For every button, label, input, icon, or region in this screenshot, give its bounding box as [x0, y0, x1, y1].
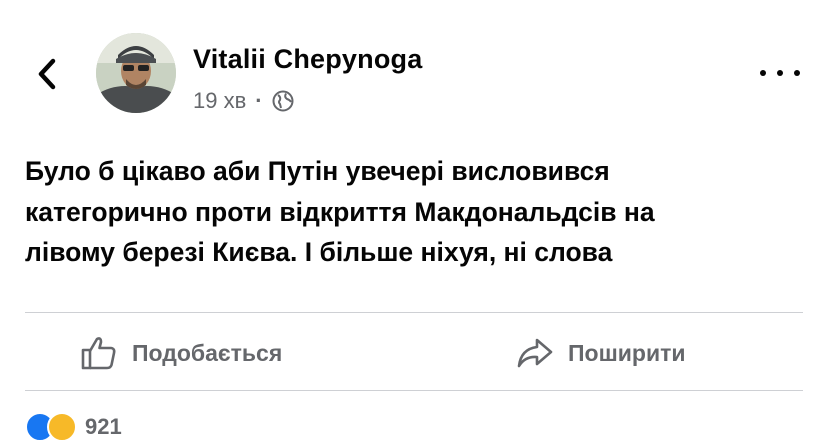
more-dots-icon — [760, 70, 766, 76]
divider-bottom — [25, 390, 803, 391]
post-time[interactable]: 19 хв — [193, 88, 246, 114]
meta-separator: · — [255, 88, 263, 113]
globe-icon[interactable] — [272, 90, 294, 112]
post-text-line: лівому березі Києва. І більше ніхуя, ні … — [25, 237, 613, 267]
haha-reaction-icon — [47, 412, 77, 442]
like-label: Подобається — [132, 339, 283, 366]
reactions-summary[interactable]: 921 — [25, 412, 122, 442]
post-text-line: категорично проти відкриття Макдональдсі… — [25, 196, 655, 227]
share-button[interactable]: Поширити — [516, 330, 685, 376]
share-label: Поширити — [568, 339, 686, 366]
share-arrow-icon — [517, 338, 553, 368]
chevron-left-icon — [38, 58, 56, 90]
post-text-line: Було б цікаво аби Путін увечері висловив… — [25, 156, 610, 186]
author-name[interactable]: Vitalii Chepynoga — [193, 44, 422, 75]
reaction-count: 921 — [85, 414, 122, 439]
divider-top — [25, 312, 803, 313]
like-button[interactable]: Подобається — [80, 330, 282, 376]
post-meta: 19 хв · — [193, 88, 294, 114]
post-text: Було б цікаво аби Путін увечері висловив… — [25, 151, 805, 273]
thumbs-up-icon — [81, 337, 116, 370]
author-avatar[interactable] — [96, 33, 176, 113]
avatar-photo — [96, 33, 176, 113]
more-options-button[interactable] — [760, 60, 800, 86]
back-button[interactable] — [30, 55, 64, 93]
